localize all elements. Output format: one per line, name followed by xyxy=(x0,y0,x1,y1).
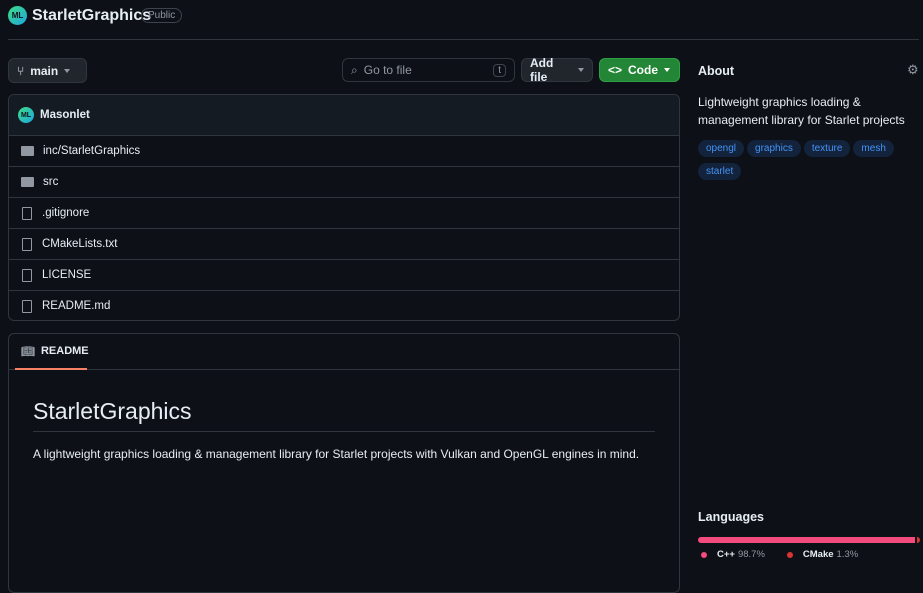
repo-name[interactable]: StarletGraphics xyxy=(32,7,151,25)
languages-heading: Languages xyxy=(698,510,764,524)
branch-icon: ⑂ xyxy=(17,63,25,78)
topic-tag[interactable]: texture xyxy=(803,140,851,157)
caret-icon xyxy=(578,68,584,72)
languages-bar xyxy=(698,537,920,543)
file-icon xyxy=(22,299,32,313)
topic-tag[interactable]: graphics xyxy=(747,140,801,157)
language-item[interactable]: C++ 98.7% xyxy=(701,549,765,560)
tab-readme[interactable]: 📖︎ README xyxy=(21,345,89,358)
file-name[interactable]: inc/StarletGraphics xyxy=(43,145,140,157)
file-list: ML Masonlet inc/StarletGraphics src .gitig… xyxy=(8,94,680,321)
search-placeholder: Go to file xyxy=(363,63,412,77)
caret-icon xyxy=(664,68,671,72)
file-row[interactable]: src xyxy=(9,166,679,197)
topic-tag[interactable]: mesh xyxy=(853,140,894,157)
language-segment xyxy=(917,537,920,543)
visibility-badge: Public xyxy=(141,8,183,23)
caret-icon xyxy=(64,68,71,73)
file-name[interactable]: README.md xyxy=(42,300,110,312)
file-row[interactable]: .gitignore xyxy=(9,197,679,228)
search-icon: ⌕ xyxy=(351,62,358,77)
file-row[interactable]: LICENSE xyxy=(9,259,679,290)
file-name[interactable]: .gitignore xyxy=(42,207,89,219)
file-row[interactable]: inc/StarletGraphics xyxy=(9,135,679,166)
book-icon: 📖︎ xyxy=(21,346,35,358)
topic-tag[interactable]: starlet xyxy=(698,163,742,180)
author-name[interactable]: Masonlet xyxy=(40,109,90,121)
folder-icon xyxy=(21,146,34,156)
file-row[interactable]: CMakeLists.txt xyxy=(9,228,679,259)
author-avatar[interactable]: ML xyxy=(18,107,34,123)
file-name[interactable]: src xyxy=(43,176,58,188)
owner-avatar[interactable]: ML xyxy=(8,6,27,25)
file-icon xyxy=(22,206,32,220)
readme-panel: 📖︎ README StarletGraphics A lightweight g… xyxy=(8,333,680,593)
readme-title: StarletGraphics xyxy=(33,398,655,432)
about-description: Lightweight graphics loading & managemen… xyxy=(698,95,905,127)
branch-selector[interactable]: ⑂ main xyxy=(8,58,87,83)
code-button[interactable]: <> Code xyxy=(599,58,680,82)
topic-tag[interactable]: opengl xyxy=(698,140,745,157)
shortcut-key: t xyxy=(493,63,506,77)
language-segment xyxy=(698,537,916,543)
code-icon: <> xyxy=(608,63,623,77)
go-to-file-input[interactable]: ⌕ Go to file t xyxy=(342,58,515,82)
file-icon xyxy=(22,268,32,282)
file-name[interactable]: LICENSE xyxy=(42,269,91,281)
readme-body: A lightweight graphics loading & managem… xyxy=(33,447,640,461)
about-heading: About xyxy=(698,64,735,78)
file-icon xyxy=(22,237,32,251)
divider xyxy=(8,39,919,40)
folder-icon xyxy=(21,177,34,187)
language-dot-icon xyxy=(701,551,707,558)
topics: opengl graphics texture mesh starlet xyxy=(698,140,918,186)
latest-commit: ML Masonlet xyxy=(9,95,679,135)
language-item[interactable]: CMake 1.3% xyxy=(786,549,858,560)
branch-name: main xyxy=(30,63,59,78)
settings-gear-icon[interactable]: ⚙ xyxy=(907,62,919,78)
file-name[interactable]: CMakeLists.txt xyxy=(42,238,117,250)
file-row[interactable]: README.md xyxy=(9,290,679,321)
add-file-button[interactable]: Add file xyxy=(521,56,593,84)
language-dot-icon xyxy=(786,551,793,558)
